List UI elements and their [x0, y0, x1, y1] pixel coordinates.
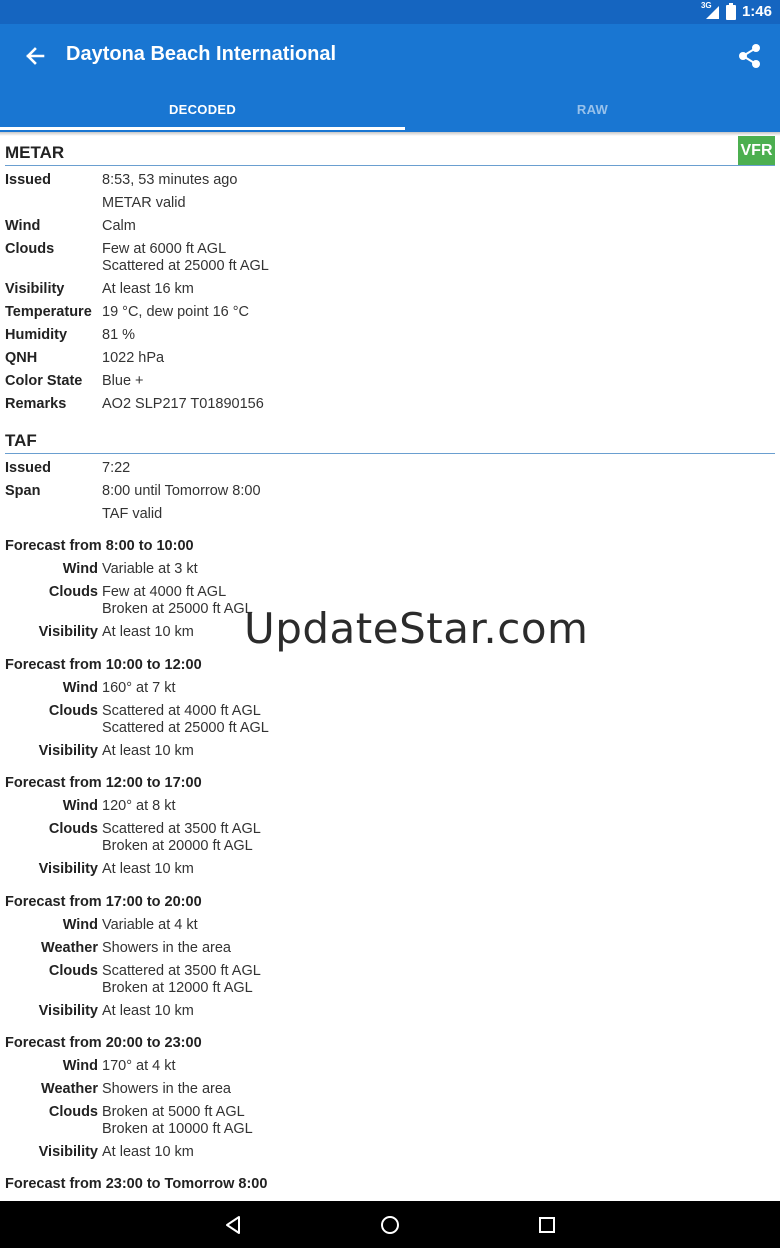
clock: 1:46 [741, 3, 772, 20]
row-label: Wind [62, 561, 98, 577]
taf-header: TAF [5, 426, 775, 454]
forecast-heading: Forecast from 12:00 to 17:00 [5, 775, 202, 791]
row-label: Clouds [48, 963, 98, 979]
flight-category-badge: VFR [738, 136, 775, 165]
row-label: Wind [62, 680, 98, 696]
row-label: Clouds [48, 821, 98, 837]
back-button[interactable] [18, 40, 54, 72]
row-label: Visibility [38, 743, 98, 759]
tab-raw[interactable]: RAW [405, 96, 780, 130]
row-label: Wind [62, 798, 98, 814]
row-label: Remarks [5, 396, 67, 412]
row-label: Temperature [5, 304, 92, 320]
row-value: 8:00 until Tomorrow 8:00 [102, 483, 261, 499]
taf-title: TAF [5, 431, 37, 450]
share-icon [739, 44, 760, 68]
row-value: At least 10 km [102, 861, 194, 877]
row-value: Variable at 3 kt [102, 561, 198, 577]
forecast-heading: Forecast from 10:00 to 12:00 [5, 657, 202, 673]
row-value: At least 10 km [102, 1003, 194, 1019]
network-type: 3G [700, 0, 712, 10]
row-value: At least 10 km [102, 624, 194, 640]
row-label: Clouds [5, 241, 55, 257]
row-value: AO2 SLP217 T01890156 [102, 396, 264, 412]
row-value: At least 10 km [102, 1144, 194, 1160]
navigation-bar [0, 1201, 780, 1248]
recents-square-icon [539, 1217, 555, 1233]
row-value: 170° at 4 kt [102, 1058, 176, 1074]
row-label: Visibility [38, 1003, 98, 1019]
row-value: Scattered at 4000 ft AGL Scattered at 25… [102, 703, 269, 736]
forecast-heading: Forecast from 23:00 to Tomorrow 8:00 [5, 1176, 268, 1192]
metar-title: METAR [5, 143, 65, 162]
app-bar: Daytona Beach International DECODED RAW [0, 24, 780, 132]
watermark: UpdateStar.com [244, 604, 589, 653]
row-label: Wind [62, 917, 98, 933]
row-label: Clouds [48, 1104, 98, 1120]
status-bar: 3G 1:46 [0, 0, 780, 24]
row-label: Wind [62, 1058, 98, 1074]
arrow-left-icon [26, 47, 45, 65]
status-icons: 3G 1:46 [700, 0, 772, 20]
row-value: Showers in the area [102, 940, 231, 956]
nav-recents-button[interactable] [535, 1213, 559, 1237]
back-triangle-icon [226, 1216, 240, 1234]
row-value: Calm [102, 218, 136, 234]
weather-report[interactable]: METAR VFR Issued 8:53, 53 minutes ago ME… [0, 136, 780, 1201]
row-value: Few at 4000 ft AGL Broken at 25000 ft AG… [102, 584, 253, 617]
row-label: Visibility [38, 1144, 98, 1160]
row-label: Visibility [5, 281, 65, 297]
forecast-heading: Forecast from 8:00 to 10:00 [5, 538, 194, 554]
row-value: Few at 6000 ft AGL Scattered at 25000 ft… [102, 241, 269, 274]
nav-home-button[interactable] [378, 1213, 402, 1237]
row-value: 8:53, 53 minutes ago [102, 172, 238, 188]
row-value: 120° at 8 kt [102, 798, 176, 814]
row-label: Span [5, 483, 41, 499]
metar-header: METAR VFR [5, 136, 775, 166]
row-label: Clouds [48, 584, 98, 600]
row-value: Showers in the area [102, 1081, 231, 1097]
tab-indicator [0, 127, 405, 130]
row-label: Visibility [38, 624, 98, 640]
row-value: 19 °C, dew point 16 °C [102, 304, 250, 320]
home-circle-icon [381, 1216, 399, 1234]
row-value: Blue + [102, 373, 144, 389]
row-value: 160° at 7 kt [102, 680, 176, 696]
row-value: Scattered at 3500 ft AGL Broken at 20000… [102, 821, 261, 854]
row-label: Issued [5, 172, 51, 188]
page-title: Daytona Beach International [66, 43, 337, 65]
nav-back-button[interactable] [222, 1213, 246, 1237]
row-label: QNH [5, 350, 38, 366]
row-value: At least 10 km [102, 743, 194, 759]
row-label: Wind [5, 218, 41, 234]
battery-icon [725, 3, 736, 20]
row-label: Issued [5, 460, 51, 476]
signal-icon: 3G [700, 0, 720, 20]
share-button[interactable] [738, 40, 762, 72]
row-value: METAR valid [102, 195, 186, 211]
row-label: Humidity [5, 327, 68, 343]
row-label: Visibility [38, 861, 98, 877]
row-value: At least 16 km [102, 281, 194, 297]
row-label: Clouds [48, 703, 98, 719]
forecast-heading: Forecast from 17:00 to 20:00 [5, 894, 202, 910]
row-value: TAF valid [102, 506, 163, 522]
row-value: Variable at 4 kt [102, 917, 198, 933]
forecast-heading: Forecast from 20:00 to 23:00 [5, 1035, 202, 1051]
row-value: 1022 hPa [102, 350, 165, 366]
row-value: Scattered at 3500 ft AGL Broken at 12000… [102, 963, 261, 996]
row-value: 7:22 [102, 460, 131, 476]
row-label: Weather [41, 1081, 98, 1097]
tab-decoded[interactable]: DECODED [0, 96, 405, 130]
row-value: 81 % [102, 327, 136, 343]
row-label: Color State [5, 373, 83, 389]
row-value: Broken at 5000 ft AGL Broken at 10000 ft… [102, 1104, 253, 1137]
row-label: Weather [41, 940, 98, 956]
tab-bar: DECODED RAW [0, 96, 780, 130]
